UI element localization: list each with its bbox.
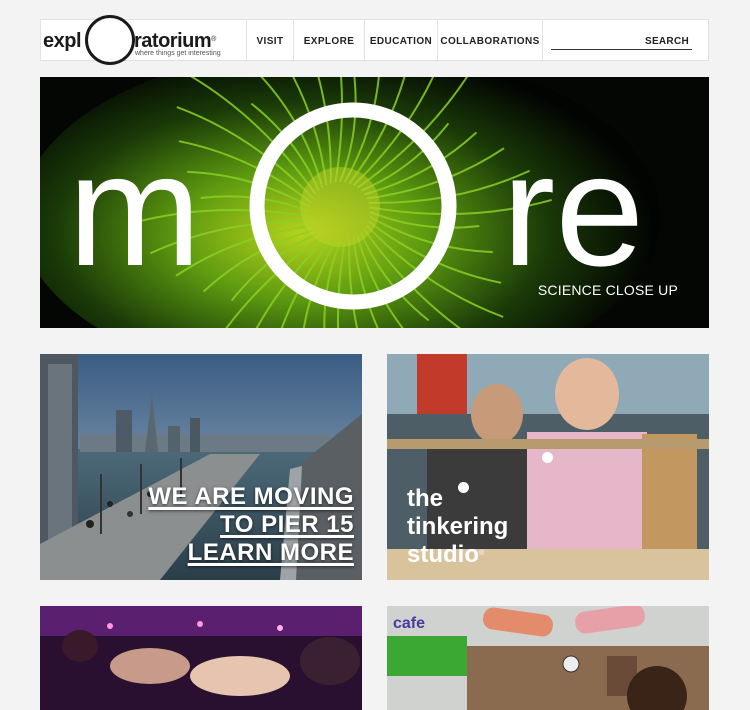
hero-banner[interactable]: m re SCIENCE CLOSE UP bbox=[40, 77, 709, 328]
search-label: SEARCH bbox=[644, 36, 689, 47]
hero-word-right: re bbox=[502, 120, 644, 299]
tile-pier15[interactable]: WE ARE MOVING TO PIER 15 LEARN MORE bbox=[40, 354, 362, 580]
learn-more-link[interactable]: LEARN MORE bbox=[188, 541, 354, 565]
site-header: expl ratorium® where things get interest… bbox=[40, 15, 709, 65]
main-nav: VISIT EXPLORE EDUCATION COLLABORATIONS bbox=[246, 20, 543, 62]
nav-explore[interactable]: EXPLORE bbox=[293, 20, 364, 62]
tile-gala[interactable] bbox=[40, 606, 362, 710]
hero-word-left: m bbox=[68, 120, 201, 299]
exploratorium-logo[interactable]: expl ratorium® where things get interest… bbox=[41, 15, 246, 65]
pier-line-1: WE ARE MOVING bbox=[148, 483, 354, 510]
cafe-sign: cafe bbox=[393, 615, 425, 632]
nav-collaborations[interactable]: COLLABORATIONS bbox=[437, 20, 543, 62]
tinkering-line-3: studio® bbox=[407, 541, 485, 568]
tinkering-dot-icon bbox=[542, 452, 553, 463]
pier-line-2: TO PIER 15 bbox=[220, 511, 354, 538]
logo-ring-icon bbox=[85, 15, 135, 65]
tile-tinkering-studio[interactable]: the tinkering studio® bbox=[387, 354, 709, 580]
nav-visit[interactable]: VISIT bbox=[246, 20, 293, 62]
tinkering-dot-icon bbox=[458, 482, 469, 493]
logo-text-right: ratorium® bbox=[134, 30, 216, 52]
hero-ring-icon bbox=[249, 102, 457, 310]
logo-tagline: where things get interesting bbox=[135, 50, 221, 57]
gala-photo bbox=[40, 606, 362, 710]
tile-cafe[interactable]: cafe bbox=[387, 606, 709, 710]
logo-text-left: expl bbox=[43, 30, 82, 52]
tinkering-line-1: the bbox=[407, 485, 443, 512]
search-input[interactable]: SEARCH bbox=[551, 32, 692, 50]
cafe-photo: cafe bbox=[387, 606, 709, 710]
hero-subtitle: SCIENCE CLOSE UP bbox=[537, 282, 678, 298]
nav-education[interactable]: EDUCATION bbox=[364, 20, 437, 62]
tinkering-line-2: tinkering bbox=[407, 513, 509, 540]
